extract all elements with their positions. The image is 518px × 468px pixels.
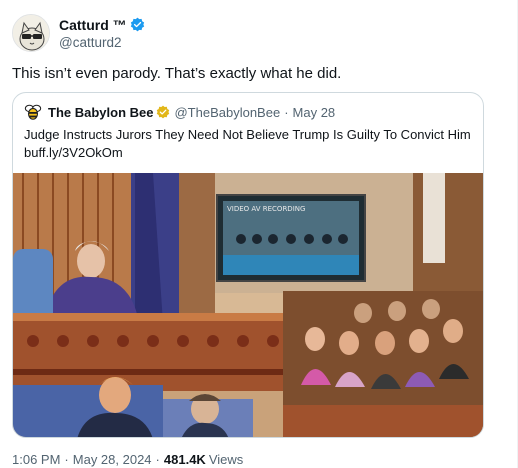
author-handle[interactable]: @catturd2	[59, 35, 145, 50]
verified-badge-icon	[130, 17, 144, 32]
meta-separator: ·	[155, 452, 160, 467]
quoted-display-name[interactable]: The Babylon Bee	[48, 105, 153, 120]
views-label: Views	[208, 452, 244, 467]
tweet-meta: 1:06 PM · May 28, 2024 · 481.4K Views	[12, 452, 243, 467]
quoted-tweet-text: Judge Instructs Jurors They Need Not Bel…	[24, 126, 474, 162]
views-count: 481.4K	[163, 452, 206, 467]
quoted-date[interactable]: May 28	[293, 105, 336, 120]
quoted-handle[interactable]: @TheBabylonBee	[174, 105, 280, 120]
quoted-tweet-header: The Babylon Bee @TheBabylonBee · May 28	[24, 103, 335, 121]
verified-gold-badge-icon	[157, 105, 170, 119]
quoted-separator: ·	[284, 104, 289, 120]
tweet-text: This isn’t even parody. That’s exactly w…	[12, 65, 342, 82]
cat-avatar-icon	[13, 15, 49, 51]
quoted-headline: Judge Instructs Jurors They Need Not Bel…	[24, 127, 471, 142]
babylon-bee-logo-icon	[24, 104, 42, 120]
avatar[interactable]	[12, 14, 50, 52]
image-sign-text: VIDEO AV RECORDING	[227, 205, 305, 213]
author-display-name[interactable]: Catturd ™	[59, 17, 127, 33]
quoted-link[interactable]: buff.ly/3V2OkOm	[24, 144, 474, 162]
meta-separator: ·	[64, 452, 69, 467]
quoted-tweet[interactable]: The Babylon Bee @TheBabylonBee · May 28 …	[12, 92, 484, 438]
courtroom-sketch-image[interactable]: VIDEO AV RECORDING	[13, 173, 483, 438]
tweet-time[interactable]: 1:06 PM	[12, 452, 60, 467]
tweet-date[interactable]: May 28, 2024	[73, 452, 152, 467]
tweet-header: Catturd ™ @catturd2	[12, 14, 145, 52]
